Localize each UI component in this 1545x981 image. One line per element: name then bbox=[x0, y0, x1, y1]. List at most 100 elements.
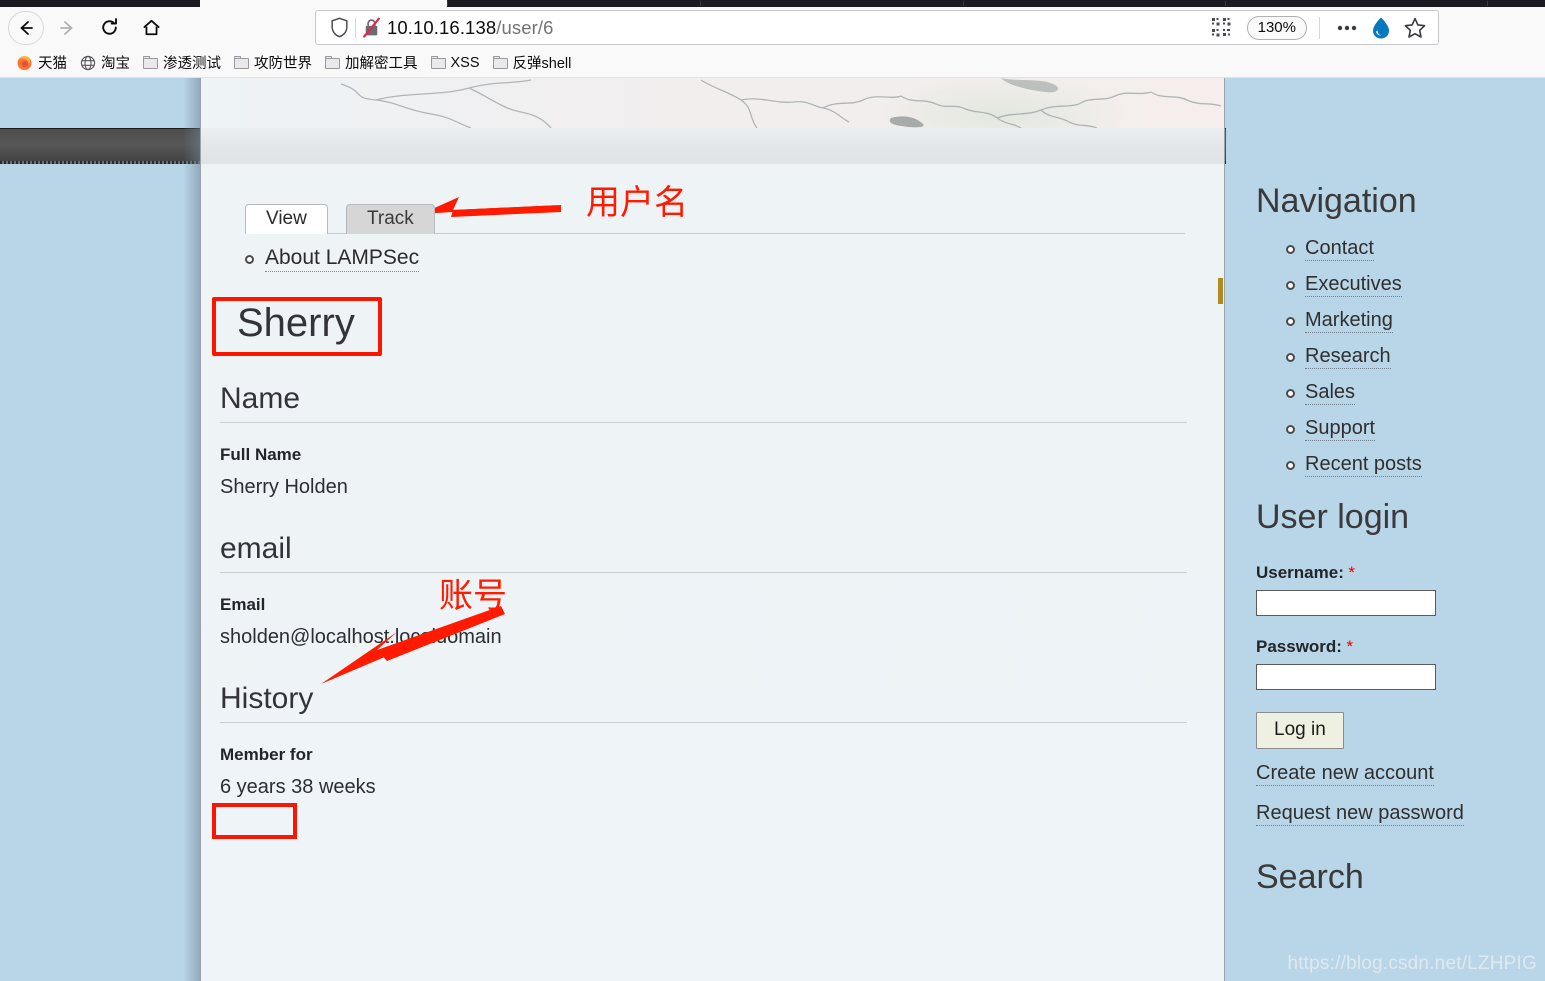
forward-arrow-icon bbox=[60, 20, 73, 35]
bookmark-ctf-world[interactable]: 攻防世界 bbox=[230, 50, 319, 75]
globe-icon bbox=[80, 55, 96, 70]
tab-separator bbox=[963, 1, 964, 6]
sidebar: Navigation Contact Executives Marketing … bbox=[1218, 78, 1545, 981]
band-light-overlay bbox=[200, 128, 1225, 164]
tab-view[interactable]: View bbox=[245, 204, 328, 234]
breadcrumb: About LAMPSec bbox=[245, 246, 420, 272]
identity-separator bbox=[355, 17, 356, 38]
username-input[interactable] bbox=[1256, 590, 1436, 617]
url-text[interactable]: 10.10.16.138/user/6 bbox=[387, 17, 1207, 39]
bullet-circle-icon bbox=[1286, 389, 1295, 399]
password-field-group: Password: * bbox=[1256, 637, 1545, 691]
bookmark-taobao[interactable]: 淘宝 bbox=[76, 50, 137, 75]
watermark-text: https://blog.csdn.net/LZHPIG bbox=[1287, 953, 1537, 974]
create-new-account-link[interactable]: Create new account bbox=[1256, 762, 1434, 787]
url-host: 10.10.16.138 bbox=[387, 16, 497, 38]
bullet-circle-icon bbox=[1286, 353, 1295, 363]
bullet-circle-icon bbox=[1286, 461, 1295, 471]
forward-button[interactable] bbox=[48, 11, 86, 45]
bullet-circle-icon bbox=[1286, 281, 1295, 291]
list-item: Marketing bbox=[1286, 309, 1545, 334]
search-heading: Search bbox=[1256, 858, 1364, 897]
navigation-list: Contact Executives Marketing Research Sa… bbox=[1256, 237, 1545, 478]
required-marker: * bbox=[1348, 563, 1355, 583]
password-label: Password: bbox=[1256, 637, 1342, 657]
bookmark-tmall[interactable]: 天猫 bbox=[12, 50, 74, 75]
home-button[interactable] bbox=[132, 11, 170, 45]
star-icon[interactable] bbox=[1400, 14, 1430, 42]
site-banner-image bbox=[201, 78, 1224, 128]
list-item: Sales bbox=[1286, 381, 1545, 406]
bookmark-crypto-tools[interactable]: 加解密工具 bbox=[321, 50, 425, 75]
folder-icon bbox=[234, 56, 249, 69]
home-icon bbox=[142, 19, 160, 36]
navigation-heading: Navigation bbox=[1256, 182, 1417, 220]
bookmark-label: 淘宝 bbox=[101, 56, 130, 72]
sidebar-item-research[interactable]: Research bbox=[1305, 345, 1391, 370]
bookmark-label: 天猫 bbox=[38, 56, 67, 72]
url-bar[interactable]: 10.10.16.138/user/6 130% bbox=[315, 10, 1439, 45]
bookmark-xss[interactable]: XSS bbox=[427, 53, 487, 73]
tab-separator bbox=[447, 1, 448, 6]
sidebar-edge-marker bbox=[1218, 278, 1223, 304]
toolbar-divider bbox=[1319, 16, 1320, 39]
browser-tab-strip bbox=[0, 0, 1545, 7]
sidebar-item-marketing[interactable]: Marketing bbox=[1305, 309, 1393, 334]
sidebar-item-sales[interactable]: Sales bbox=[1305, 381, 1356, 406]
folder-icon bbox=[430, 56, 446, 69]
sidebar-item-support[interactable]: Support bbox=[1305, 417, 1376, 442]
field-value-email: sholden@localhost.localdomain bbox=[220, 626, 502, 648]
bookmark-label: 攻防世界 bbox=[254, 56, 312, 72]
back-arrow-icon bbox=[20, 20, 33, 35]
bullet-circle-icon bbox=[245, 254, 254, 264]
bookmark-reverse-shell[interactable]: 反弹shell bbox=[489, 50, 579, 75]
sidebar-block-user-login: User login Username: * Password: * Log i… bbox=[1256, 498, 1545, 827]
identity-box[interactable] bbox=[322, 17, 387, 38]
field-label-email: Email bbox=[220, 595, 266, 614]
list-item: Recent posts bbox=[1286, 453, 1545, 478]
section-heading: History bbox=[220, 682, 1187, 723]
shield-icon bbox=[331, 17, 348, 38]
section-heading: email bbox=[220, 532, 1187, 573]
page-title: Sherry bbox=[237, 301, 355, 345]
section-name: Name Full Name Sherry Holden bbox=[220, 382, 1187, 499]
browser-chrome: 10.10.16.138/user/6 130% 天猫 淘宝 渗透测试 攻防世界… bbox=[0, 0, 1545, 78]
required-marker: * bbox=[1346, 637, 1354, 657]
section-heading: Name bbox=[220, 382, 1187, 423]
back-button[interactable] bbox=[8, 10, 44, 45]
user-login-heading: User login bbox=[1256, 498, 1410, 537]
bookmark-label: 加解密工具 bbox=[345, 56, 418, 72]
list-item: Executives bbox=[1286, 273, 1545, 298]
email-username-highlight-box bbox=[212, 803, 297, 839]
bookmark-pentest[interactable]: 渗透测试 bbox=[139, 50, 228, 75]
sidebar-item-recent-posts[interactable]: Recent posts bbox=[1305, 453, 1422, 478]
about-lampsec-link[interactable]: About LAMPSec bbox=[265, 246, 420, 272]
zoom-level-button[interactable]: 130% bbox=[1246, 15, 1307, 40]
drupal-drop-icon[interactable] bbox=[1366, 14, 1396, 42]
section-history: History Member for 6 years 38 weeks bbox=[220, 682, 1187, 799]
qr-code-icon[interactable] bbox=[1207, 14, 1237, 42]
column-left-shadow bbox=[183, 78, 201, 981]
folder-icon bbox=[492, 56, 508, 69]
tab-track[interactable]: Track bbox=[346, 204, 435, 234]
tab-separator bbox=[1225, 1, 1226, 6]
password-input[interactable] bbox=[1256, 664, 1436, 691]
lock-crossed-out-icon[interactable] bbox=[362, 17, 381, 38]
sidebar-item-contact[interactable]: Contact bbox=[1305, 237, 1374, 262]
list-item: Support bbox=[1286, 417, 1545, 442]
section-email: email Email sholden@localhost.localdomai… bbox=[220, 532, 1187, 649]
ellipsis-icon[interactable] bbox=[1332, 14, 1362, 42]
browser-tab-active[interactable] bbox=[200, 0, 447, 7]
log-in-button[interactable]: Log in bbox=[1256, 712, 1344, 750]
bullet-circle-icon bbox=[1286, 425, 1295, 435]
field-label-full-name: Full Name bbox=[220, 445, 302, 464]
bookmark-label: 渗透测试 bbox=[163, 56, 221, 72]
tab-separator bbox=[700, 1, 701, 6]
sidebar-item-executives[interactable]: Executives bbox=[1305, 273, 1402, 298]
reload-button[interactable] bbox=[90, 11, 128, 45]
request-new-password-link[interactable]: Request new password bbox=[1256, 802, 1464, 827]
page-tabs: View Track bbox=[245, 204, 1185, 234]
field-value-full-name: Sherry Holden bbox=[220, 476, 348, 498]
bullet-circle-icon bbox=[1286, 245, 1295, 255]
bullet-circle-icon bbox=[1286, 317, 1295, 327]
